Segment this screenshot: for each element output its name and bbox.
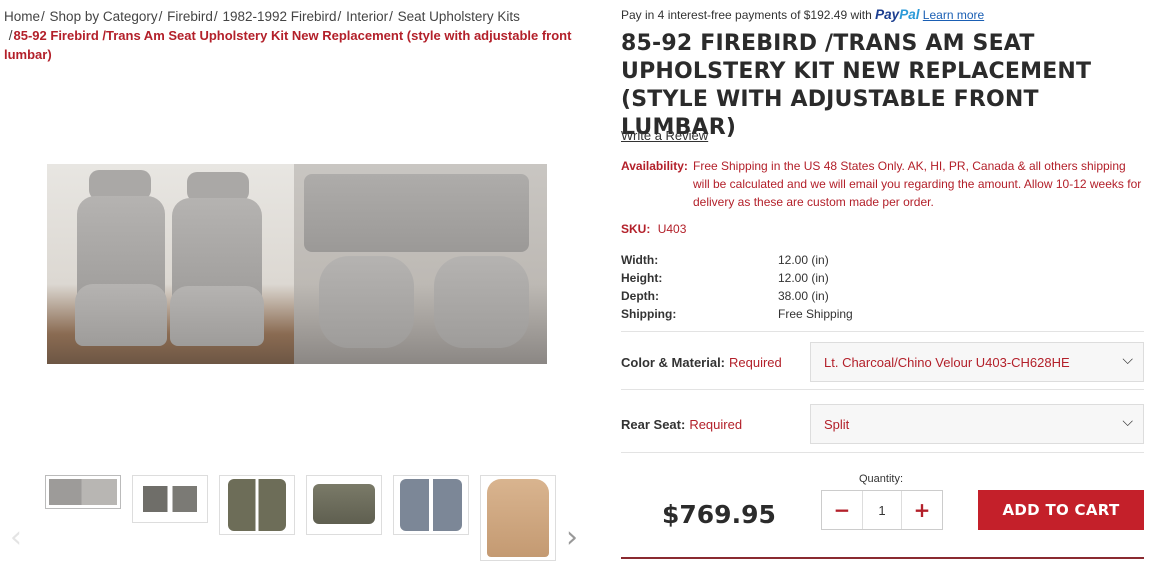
front-seats-photo xyxy=(47,164,294,364)
plus-icon[interactable]: + xyxy=(902,491,942,529)
color-material-option: Color & Material: Required Lt. Charcoal/C… xyxy=(621,342,1144,384)
sku-value: U403 xyxy=(657,222,687,236)
spec-row-height: Height: 12.00 (in) xyxy=(621,271,829,285)
add-to-cart-button[interactable]: ADD TO CART xyxy=(978,490,1144,530)
thumbnail-4[interactable] xyxy=(306,475,382,535)
thumbnail-2[interactable] xyxy=(132,475,208,523)
quantity-label: Quantity: xyxy=(859,473,904,485)
breadcrumb-interior[interactable]: Interior xyxy=(346,9,388,24)
spec-row-shipping: Shipping: Free Shipping xyxy=(621,307,853,321)
breadcrumb-home[interactable]: Home xyxy=(4,9,40,24)
sku-label: SKU: xyxy=(621,222,651,236)
rear-seat-select[interactable]: Split ⌵ xyxy=(810,404,1144,444)
divider xyxy=(621,389,1144,390)
chevron-left-icon[interactable]: ‹ xyxy=(10,523,30,557)
product-main-image[interactable] xyxy=(47,164,547,364)
breadcrumb-shop-by-category[interactable]: Shop by Category xyxy=(50,9,158,24)
breadcrumb-seat-upholstery-kits[interactable]: Seat Upholstery Kits xyxy=(398,9,520,24)
breadcrumb: Home/ Shop by Category/ Firebird/ 1982-1… xyxy=(4,9,572,62)
thumbnail-1[interactable] xyxy=(45,475,121,509)
color-material-label: Color & Material: Required xyxy=(621,355,782,370)
paypal-text: Pay in 4 interest-free payments of $192.… xyxy=(621,8,872,22)
chevron-right-icon[interactable]: › xyxy=(566,523,586,557)
divider xyxy=(621,452,1144,453)
sku: SKU: U403 xyxy=(621,222,686,236)
paypal-learn-more-link[interactable]: Learn more xyxy=(923,8,984,22)
breadcrumb-firebird[interactable]: Firebird xyxy=(167,9,213,24)
availability-label: Availability: xyxy=(621,159,688,173)
breadcrumb-current: 85-92 Firebird /Trans Am Seat Upholstery… xyxy=(4,28,572,62)
thumbnail-3[interactable] xyxy=(219,475,295,535)
chevron-down-icon: ⌵ xyxy=(1122,352,1133,368)
divider xyxy=(621,557,1144,559)
quantity-input[interactable]: 1 xyxy=(862,491,902,529)
product-title: 85-92 FIREBIRD /TRANS AM SEAT UPHOLSTERY… xyxy=(621,31,1092,140)
color-material-select[interactable]: Lt. Charcoal/Chino Velour U403-CH628HE ⌵ xyxy=(810,342,1144,382)
spec-row-depth: Depth: 38.00 (in) xyxy=(621,289,829,303)
quantity-stepper: − 1 + xyxy=(821,490,943,530)
spec-row-width: Width: 12.00 (in) xyxy=(621,253,829,267)
breadcrumb-1982-1992-firebird[interactable]: 1982-1992 Firebird xyxy=(222,9,336,24)
rear-seats-photo xyxy=(294,164,547,364)
chevron-down-icon: ⌵ xyxy=(1122,414,1133,430)
product-specs: Width: 12.00 (in) Height: 12.00 (in) Dep… xyxy=(621,251,921,323)
thumbnail-6[interactable] xyxy=(480,475,556,561)
rear-seat-option: Rear Seat: Required Split ⌵ xyxy=(621,404,1144,446)
write-review-link[interactable]: Write a Review xyxy=(621,128,708,143)
paypal-logo: PayPal xyxy=(875,7,920,22)
rear-seat-label: Rear Seat: Required xyxy=(621,417,743,432)
minus-icon[interactable]: − xyxy=(822,491,862,529)
availability-text: Free Shipping in the US 48 States Only. … xyxy=(693,159,1142,209)
paypal-installments: Pay in 4 interest-free payments of $192.… xyxy=(621,7,984,22)
divider xyxy=(621,331,1144,332)
product-price: $769.95 xyxy=(662,500,776,529)
thumbnail-5[interactable] xyxy=(393,475,469,535)
